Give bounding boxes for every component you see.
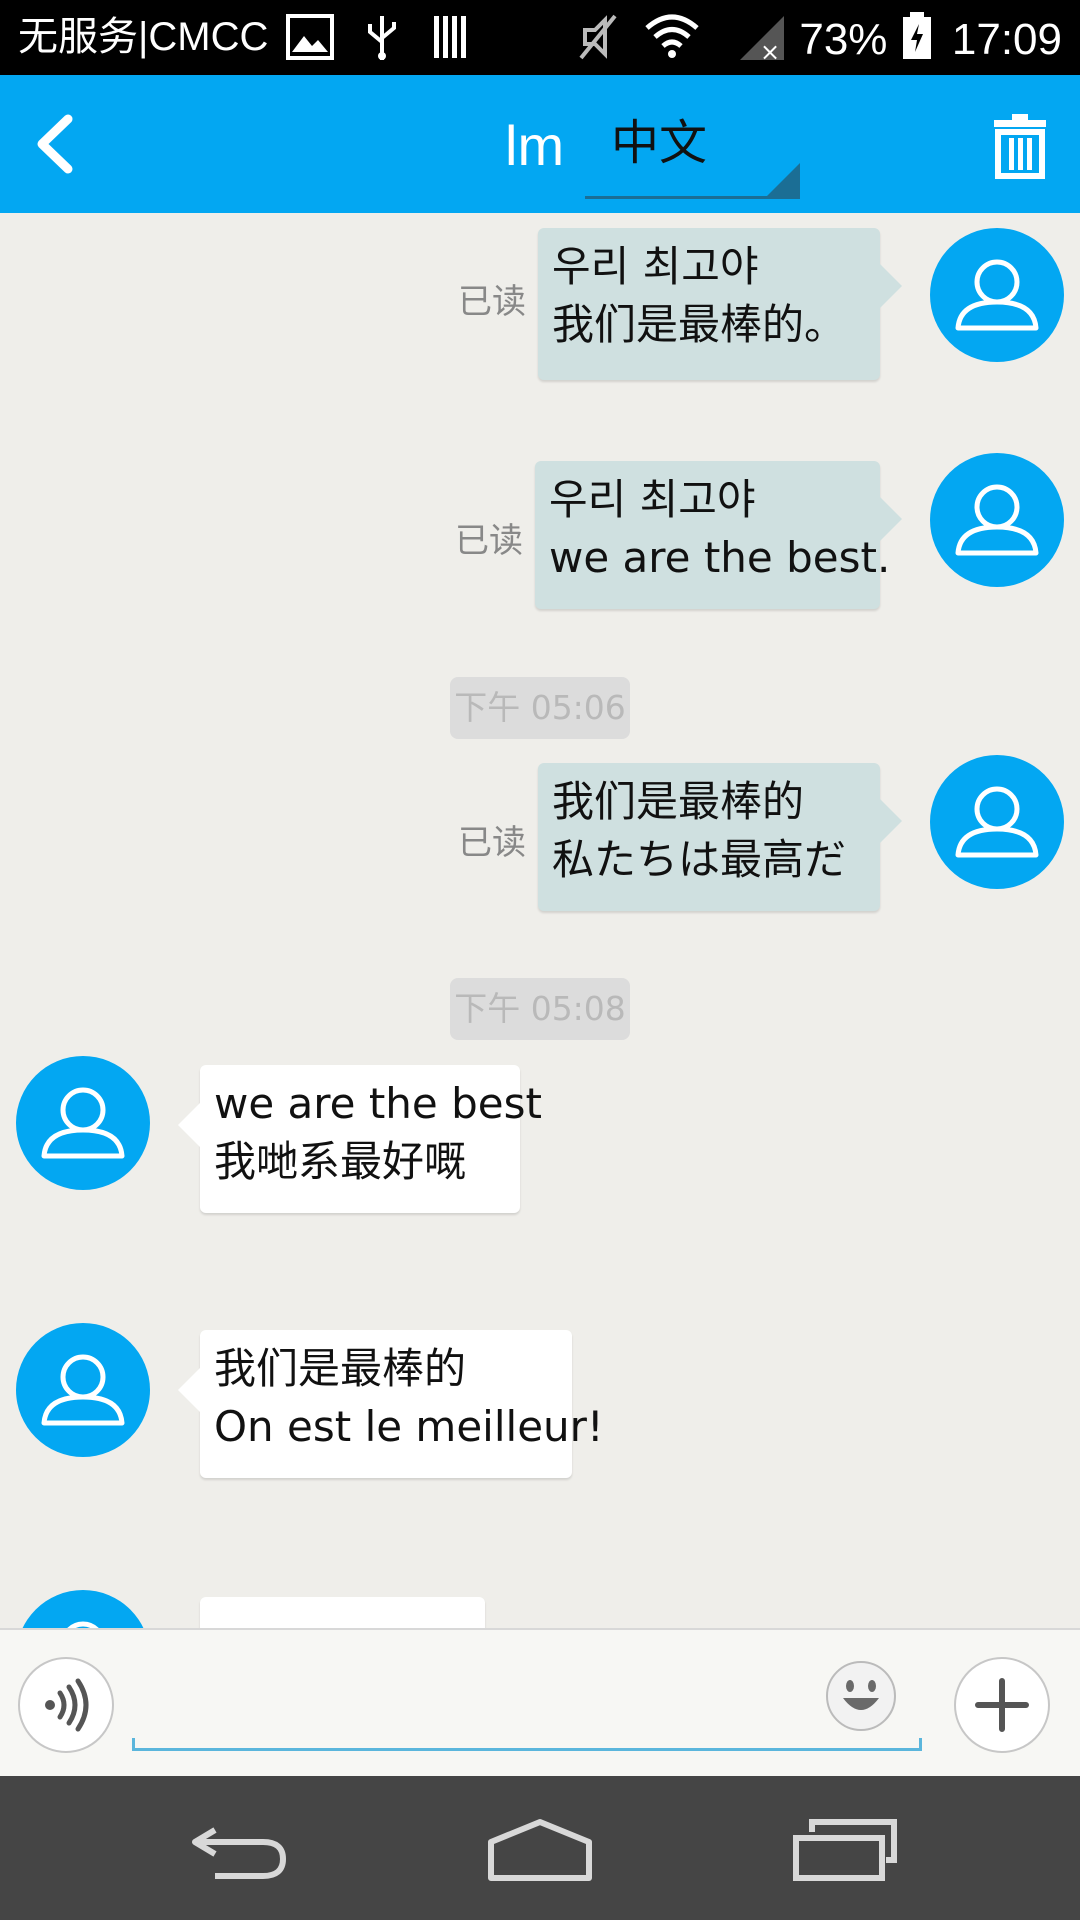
nav-recents-button[interactable] xyxy=(790,1816,900,1886)
voice-icon xyxy=(45,1678,89,1732)
plus-icon xyxy=(975,1678,1029,1732)
usb-icon xyxy=(368,16,396,60)
language-select[interactable]: 中文 xyxy=(585,107,800,199)
back-button[interactable] xyxy=(28,109,88,179)
input-bar xyxy=(0,1628,1080,1776)
image-notification-icon xyxy=(286,14,334,60)
home-icon xyxy=(488,1819,592,1881)
outgoing-message[interactable]: 我们是最棒的 私たちは最高だ xyxy=(538,763,902,911)
add-attachment-button[interactable] xyxy=(954,1657,1050,1753)
outgoing-message[interactable]: 우리 최고야 我们是最棒的。 xyxy=(538,228,902,380)
delete-button[interactable] xyxy=(990,110,1050,180)
read-label: 已读 xyxy=(458,823,526,863)
outgoing-message[interactable]: 우리 최고야 we are the best. xyxy=(535,461,902,609)
dropdown-corner-icon xyxy=(764,163,800,199)
message-line: 我们是最棒的。 xyxy=(552,300,847,349)
svg-text:×: × xyxy=(760,38,780,62)
avatar[interactable] xyxy=(930,453,1064,587)
chat-list[interactable]: 已读 우리 최고야 我们是最棒的。 已读 우리 최고야 we are the b… xyxy=(0,213,1080,1628)
message-line: we are the best. xyxy=(549,533,891,582)
navigation-bar xyxy=(0,1776,1080,1920)
timestamp: 下午 05:06 xyxy=(450,677,630,739)
message-line: 我们是最棒的 xyxy=(214,1344,467,1393)
message-input[interactable] xyxy=(132,1650,926,1742)
user-icon xyxy=(67,1621,99,1628)
nav-back-button[interactable] xyxy=(185,1816,295,1886)
user-icon xyxy=(955,786,1039,858)
avatar[interactable] xyxy=(930,228,1064,362)
toolbar: lm 中文 xyxy=(0,75,1080,213)
message-line: 우리 최고야 xyxy=(552,242,759,291)
user-icon xyxy=(955,259,1039,331)
read-label: 已读 xyxy=(455,521,523,561)
voice-button[interactable] xyxy=(18,1657,114,1753)
message-line: 我哋系最好嘅 xyxy=(214,1137,467,1186)
battery-icon xyxy=(902,12,931,59)
incoming-message[interactable]: 我们是最棒的 On est le meilleur! xyxy=(178,1330,604,1478)
avatar[interactable] xyxy=(16,1323,150,1457)
barcode-icon xyxy=(434,16,466,58)
message-line: 우리 최고야 xyxy=(549,475,756,524)
carrier-label: 无服务|CMCC xyxy=(18,15,269,59)
incoming-message[interactable]: we are the best 我哋系最好嘅 xyxy=(178,1065,542,1213)
timestamp: 下午 05:08 xyxy=(450,978,630,1040)
emoji-icon xyxy=(826,1661,896,1731)
read-label: 已读 xyxy=(458,282,526,322)
avatar[interactable] xyxy=(16,1590,150,1628)
status-bar: 无服务|CMCC × 73% 17:09 xyxy=(0,0,1080,75)
clock: 17:09 xyxy=(951,15,1062,64)
input-underline xyxy=(132,1738,922,1751)
back-arrow-icon xyxy=(37,114,73,174)
message-line: On est le meilleur! xyxy=(214,1402,604,1451)
nav-home-button[interactable] xyxy=(485,1816,595,1886)
user-icon xyxy=(41,1354,125,1426)
trash-icon xyxy=(994,114,1046,179)
user-icon xyxy=(41,1087,125,1159)
incoming-message[interactable] xyxy=(200,1597,485,1628)
user-icon xyxy=(955,484,1039,556)
recents-icon xyxy=(793,1819,897,1881)
wifi-icon xyxy=(645,14,699,58)
message-line: 我们是最棒的 xyxy=(552,777,805,826)
language-label: 中文 xyxy=(611,115,708,171)
avatar[interactable] xyxy=(16,1056,150,1190)
back-icon xyxy=(192,1827,287,1879)
mute-icon xyxy=(579,14,617,60)
avatar[interactable] xyxy=(930,755,1064,889)
battery-percent: 73% xyxy=(799,15,888,64)
message-line: 私たちは最高だ xyxy=(552,835,847,884)
emoji-button[interactable] xyxy=(825,1660,897,1732)
message-line: we are the best xyxy=(214,1079,542,1128)
chat-title: lm xyxy=(505,114,565,177)
status-right: 73% 17:09 xyxy=(799,12,1062,65)
signal-icon: × xyxy=(740,16,784,62)
